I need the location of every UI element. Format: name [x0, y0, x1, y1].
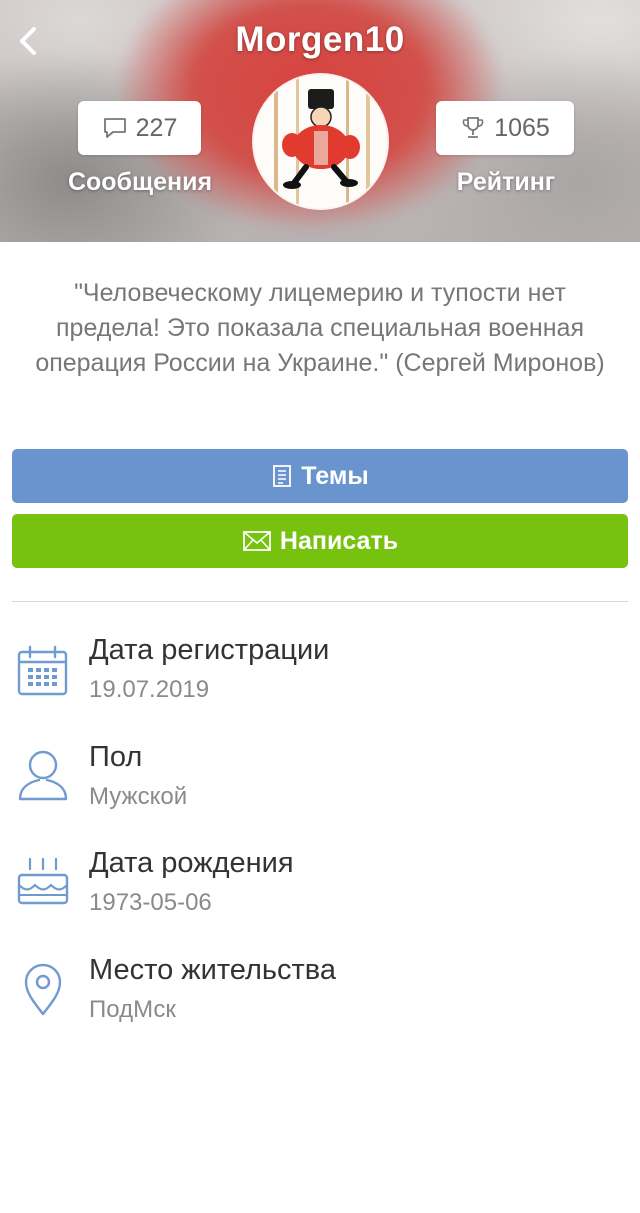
avatar-image [254, 75, 387, 208]
gender-title: Пол [89, 741, 143, 773]
birthday-cake-icon [17, 857, 69, 905]
topics-button-label: Темы [301, 461, 369, 490]
rating-count-box[interactable]: 1065 [436, 101, 574, 155]
avatar[interactable] [254, 75, 387, 208]
rating-count: 1065 [494, 113, 550, 142]
registration-date-title: Дата регистрации [89, 634, 330, 666]
info-birth-date: Дата рождения 1973-05-06 [0, 847, 640, 937]
section-divider [12, 601, 628, 602]
location-pin-icon [24, 963, 62, 1016]
posts-count-box[interactable]: 227 [78, 101, 201, 155]
profile-header: Morgen10 227 Сообщения 1065 Рейтинг [0, 0, 640, 242]
registration-date-value: 19.07.2019 [89, 676, 210, 703]
user-icon [18, 750, 68, 801]
topics-button[interactable]: Темы [12, 449, 628, 503]
birth-date-value: 1973-05-06 [89, 889, 212, 916]
write-button-label: Написать [279, 526, 399, 555]
posts-label: Сообщения [67, 168, 213, 196]
write-message-button[interactable]: Написать [12, 514, 628, 568]
info-gender: Пол Мужской [0, 741, 640, 831]
info-registration-date: Дата регистрации 19.07.2019 [0, 634, 640, 724]
username-title: Morgen10 [235, 20, 405, 59]
location-title: Место жительства [89, 954, 336, 986]
birth-date-title: Дата рождения [89, 847, 294, 879]
calendar-icon [17, 645, 68, 696]
document-list-icon [273, 465, 292, 487]
gender-value: Мужской [89, 783, 188, 810]
trophy-icon [462, 117, 484, 138]
profile-status-quote: "Человеческому лицемерию и тупости нет п… [35, 279, 605, 377]
info-location: Место жительства ПодМск [0, 954, 640, 1044]
comment-icon [103, 118, 126, 138]
posts-count: 227 [135, 113, 178, 142]
envelope-icon [243, 531, 271, 551]
rating-label: Рейтинг [456, 168, 556, 196]
location-value: ПодМск [89, 996, 176, 1023]
